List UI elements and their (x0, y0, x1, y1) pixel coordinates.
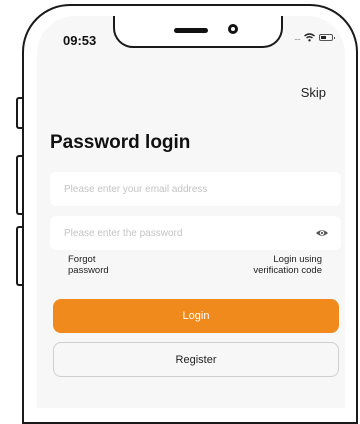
verification-login-line1: Login using (273, 254, 322, 265)
battery-icon (319, 34, 335, 41)
signal-icon: .... (293, 32, 301, 42)
forgot-password-link[interactable]: Forgot password (68, 254, 109, 276)
volume-down-button (16, 226, 22, 286)
password-field[interactable] (50, 216, 341, 250)
mute-switch (16, 97, 22, 129)
password-input[interactable] (62, 226, 315, 240)
volume-up-button (16, 155, 22, 215)
notch (113, 16, 283, 48)
page-title: Password login (50, 132, 191, 153)
app-screen: 09:53 .... Skip Password login Forgot pa… (37, 16, 345, 408)
speaker (174, 28, 208, 33)
status-icons: .... (293, 32, 335, 42)
register-button[interactable]: Register (53, 342, 339, 377)
email-input[interactable] (62, 182, 329, 196)
email-field[interactable] (50, 172, 341, 206)
eye-icon[interactable] (315, 226, 329, 240)
skip-button[interactable]: Skip (301, 85, 326, 100)
forgot-password-line2: password (68, 265, 109, 276)
login-button[interactable]: Login (53, 299, 339, 333)
wifi-icon (304, 33, 315, 42)
status-time: 09:53 (63, 33, 97, 48)
camera-icon (228, 24, 238, 34)
verification-login-link[interactable]: Login using verification code (253, 254, 322, 276)
forgot-password-line1: Forgot (68, 254, 96, 265)
verification-login-line2: verification code (253, 265, 322, 276)
